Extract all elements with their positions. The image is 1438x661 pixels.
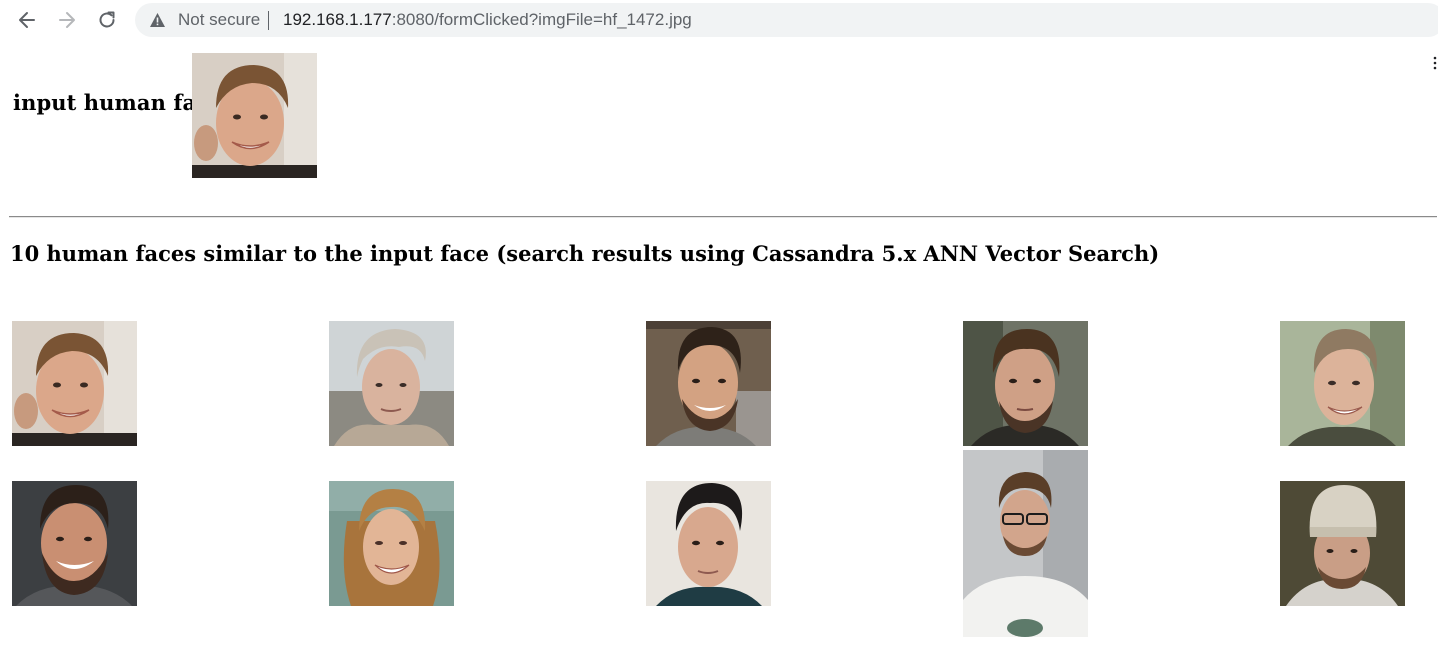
reload-icon bbox=[99, 11, 115, 28]
result-face-image bbox=[963, 450, 1088, 637]
result-face-image bbox=[12, 321, 137, 446]
result-face-image bbox=[646, 321, 771, 446]
reload-button[interactable] bbox=[93, 6, 121, 34]
address-divider bbox=[268, 11, 269, 30]
forward-arrow-icon bbox=[59, 12, 75, 28]
url-path: :8080/formClicked?imgFile=hf_1472.jpg bbox=[391, 10, 692, 29]
warning-triangle-icon[interactable] bbox=[149, 12, 166, 28]
result-face-image bbox=[12, 481, 137, 606]
result-face-image bbox=[1280, 481, 1405, 606]
section-divider bbox=[9, 216, 1437, 218]
result-face-image bbox=[329, 321, 454, 446]
input-face-image bbox=[192, 53, 317, 178]
result-face-image bbox=[1280, 321, 1405, 446]
back-arrow-icon bbox=[19, 12, 35, 28]
result-face-image bbox=[963, 321, 1088, 446]
back-button[interactable] bbox=[13, 6, 41, 34]
browser-toolbar: Not secure 192.168.1.177:8080/formClicke… bbox=[0, 0, 1438, 40]
menu-kebab-icon[interactable] bbox=[1433, 56, 1437, 70]
forward-button[interactable] bbox=[53, 6, 81, 34]
url-host: 192.168.1.177 bbox=[283, 10, 392, 29]
url-text[interactable]: 192.168.1.177:8080/formClicked?imgFile=h… bbox=[283, 10, 692, 30]
result-face-image bbox=[329, 481, 454, 606]
result-face-image bbox=[646, 481, 771, 606]
address-bar[interactable]: Not secure 192.168.1.177:8080/formClicke… bbox=[135, 3, 1438, 37]
security-status-label[interactable]: Not secure bbox=[178, 10, 260, 30]
results-heading: 10 human faces similar to the input face… bbox=[10, 241, 1160, 266]
